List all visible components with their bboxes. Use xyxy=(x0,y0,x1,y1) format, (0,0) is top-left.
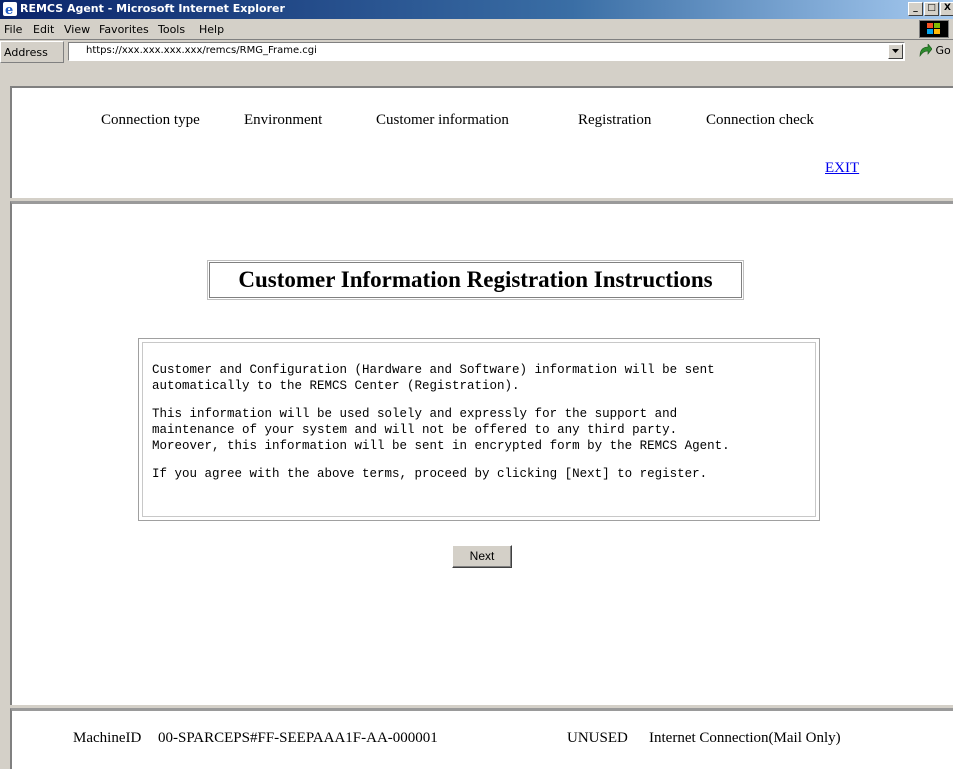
instructions-paragraph-2: This information will be used solely and… xyxy=(152,407,730,453)
step-registration: Registration xyxy=(578,112,652,128)
close-button[interactable]: X xyxy=(940,2,953,16)
step-connection-check: Connection check xyxy=(706,112,814,128)
navigation-frame: Connection type Environment Customer inf… xyxy=(10,86,953,198)
exit-link[interactable]: EXIT xyxy=(825,160,859,177)
address-input[interactable]: https://xxx.xxx.xxx.xxx/remcs/RMG_Frame.… xyxy=(68,42,905,61)
status-state: UNUSED xyxy=(567,730,628,746)
internet-explorer-icon: e xyxy=(3,2,17,16)
go-arrow-icon xyxy=(919,43,933,57)
go-button[interactable]: Go xyxy=(918,43,951,58)
next-button[interactable]: Next xyxy=(452,545,512,568)
window-title: REMCS Agent - Microsoft Internet Explore… xyxy=(20,2,285,15)
page-title: Customer Information Registration Instru… xyxy=(207,260,744,300)
menu-bar: File Edit View Favorites Tools Help xyxy=(0,19,953,40)
menu-edit[interactable]: Edit xyxy=(33,23,54,36)
maximize-button[interactable]: □ xyxy=(924,2,939,16)
window-titlebar[interactable]: e REMCS Agent - Microsoft Internet Explo… xyxy=(0,0,953,19)
address-dropdown-button[interactable] xyxy=(888,44,903,59)
step-customer-information: Customer information xyxy=(376,112,509,128)
connection-type-status: Internet Connection(Mail Only) xyxy=(649,730,841,746)
menu-view[interactable]: View xyxy=(64,23,90,36)
instructions-text: Customer and Configuration (Hardware and… xyxy=(142,342,816,517)
menu-tools[interactable]: Tools xyxy=(158,23,185,36)
go-label: Go xyxy=(935,44,951,57)
instructions-paragraph-3: If you agree with the above terms, proce… xyxy=(152,467,708,481)
status-frame: MachineID 00-SPARCEPS#FF-SEEPAAA1F-AA-00… xyxy=(10,708,953,769)
instructions-box: Customer and Configuration (Hardware and… xyxy=(138,338,820,521)
step-environment: Environment xyxy=(244,112,323,128)
address-url: https://xxx.xxx.xxx.xxx/remcs/RMG_Frame.… xyxy=(86,45,317,56)
address-bar: Address https://xxx.xxx.xxx.xxx/remcs/RM… xyxy=(0,41,953,63)
chevron-down-icon xyxy=(892,49,899,53)
svg-text:e: e xyxy=(5,3,13,16)
windows-logo-icon xyxy=(919,20,949,38)
step-connection-type: Connection type xyxy=(101,112,200,128)
instructions-paragraph-1: Customer and Configuration (Hardware and… xyxy=(152,363,715,393)
address-label: Address xyxy=(0,41,64,63)
menu-favorites[interactable]: Favorites xyxy=(99,23,149,36)
machine-id-label: MachineID xyxy=(73,730,142,746)
menu-file[interactable]: File xyxy=(4,23,22,36)
main-content-frame: Customer Information Registration Instru… xyxy=(10,201,953,705)
menu-help[interactable]: Help xyxy=(199,23,224,36)
minimize-button[interactable]: _ xyxy=(908,2,923,16)
machine-id-value: 00-SPARCEPS#FF-SEEPAAA1F-AA-000001 xyxy=(158,730,438,746)
